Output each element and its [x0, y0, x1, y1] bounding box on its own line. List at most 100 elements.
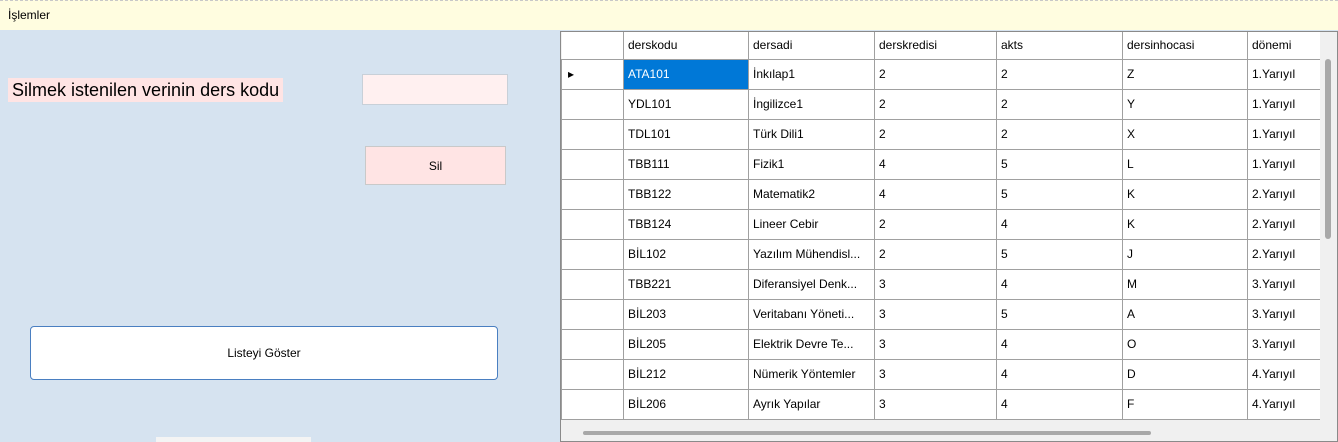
cell-derskredisi[interactable]: 4	[874, 178, 997, 210]
cell-derskodu[interactable]: TBB221	[623, 268, 749, 300]
row-header[interactable]	[561, 298, 624, 330]
cell-dersadi[interactable]: Diferansiyel Denk...	[748, 268, 875, 300]
cell-derskodu[interactable]: BİL102	[623, 238, 749, 270]
column-header-dersinhocasi[interactable]: dersinhocasi	[1122, 32, 1248, 60]
table-row[interactable]: TBB111 Fizik1 4 5 L 1.Yarıyıl	[561, 148, 1328, 180]
cell-akts[interactable]: 4	[996, 358, 1123, 390]
cell-derskredisi[interactable]: 2	[874, 118, 997, 150]
cell-donemi[interactable]: 2.Yarıyıl	[1247, 238, 1328, 270]
row-header[interactable]	[561, 238, 624, 270]
cell-derskredisi[interactable]: 2	[874, 58, 997, 90]
table-row[interactable]: BİL212 Nümerik Yöntemler 3 4 D 4.Yarıyıl	[561, 358, 1328, 390]
cell-akts[interactable]: 4	[996, 328, 1123, 360]
cell-dersinhocasi[interactable]: L	[1122, 148, 1248, 180]
cell-dersinhocasi[interactable]: A	[1122, 298, 1248, 330]
delete-button[interactable]: Sil	[365, 146, 506, 185]
table-row[interactable]: BİL203 Veritabanı Yöneti... 3 5 A 3.Yarıyıl	[561, 298, 1328, 330]
horizontal-scrollbar[interactable]	[561, 424, 1321, 441]
cell-derskredisi[interactable]: 2	[874, 88, 997, 120]
cell-dersinhocasi[interactable]: D	[1122, 358, 1248, 390]
cell-dersinhocasi[interactable]: M	[1122, 268, 1248, 300]
cell-donemi[interactable]: 2.Yarıyıl	[1247, 178, 1328, 210]
cell-dersinhocasi[interactable]: K	[1122, 178, 1248, 210]
cell-derskredisi[interactable]: 4	[874, 148, 997, 180]
cell-akts[interactable]: 5	[996, 148, 1123, 180]
cell-akts[interactable]: 2	[996, 58, 1123, 90]
cell-donemi[interactable]: 2.Yarıyıl	[1247, 208, 1328, 240]
row-header[interactable]: ▸	[561, 58, 624, 90]
cell-derskredisi[interactable]: 3	[874, 298, 997, 330]
cell-dersadi[interactable]: Yazılım Mühendisl...	[748, 238, 875, 270]
column-header-akts[interactable]: akts	[996, 32, 1123, 60]
cell-dersadi[interactable]: Fizik1	[748, 148, 875, 180]
cell-derskodu[interactable]: BİL205	[623, 328, 749, 360]
show-list-button[interactable]: Listeyi Göster	[30, 326, 498, 380]
cell-dersadi[interactable]: Veritabanı Yöneti...	[748, 298, 875, 330]
cell-dersinhocasi[interactable]: Y	[1122, 88, 1248, 120]
cell-donemi[interactable]: 4.Yarıyıl	[1247, 388, 1328, 420]
vertical-scrollbar[interactable]	[1320, 32, 1337, 425]
cell-derskodu[interactable]: ATA101	[623, 58, 749, 90]
cell-donemi[interactable]: 3.Yarıyıl	[1247, 268, 1328, 300]
column-header-donemi[interactable]: dönemi	[1247, 32, 1328, 60]
cell-dersadi[interactable]: İnkılap1	[748, 58, 875, 90]
cell-derskodu[interactable]: TBB122	[623, 178, 749, 210]
table-row[interactable]: YDL101 İngilizce1 2 2 Y 1.Yarıyıl	[561, 88, 1328, 120]
column-header-dersadi[interactable]: dersadi	[748, 32, 875, 60]
cell-dersinhocasi[interactable]: Z	[1122, 58, 1248, 90]
cell-derskredisi[interactable]: 2	[874, 208, 997, 240]
row-header[interactable]	[561, 268, 624, 300]
cell-dersadi[interactable]: Ayrık Yapılar	[748, 388, 875, 420]
courses-data-grid[interactable]: derskodu dersadi derskredisi akts dersin…	[560, 31, 1338, 442]
table-row[interactable]: TDL101 Türk Dili1 2 2 X 1.Yarıyıl	[561, 118, 1328, 150]
cell-dersinhocasi[interactable]: O	[1122, 328, 1248, 360]
cell-derskodu[interactable]: BİL203	[623, 298, 749, 330]
table-row[interactable]: BİL206 Ayrık Yapılar 3 4 F 4.Yarıyıl	[561, 388, 1328, 420]
cell-derskredisi[interactable]: 3	[874, 328, 997, 360]
cell-dersinhocasi[interactable]: X	[1122, 118, 1248, 150]
cell-derskodu[interactable]: TBB124	[623, 208, 749, 240]
cell-donemi[interactable]: 1.Yarıyıl	[1247, 118, 1328, 150]
cell-derskodu[interactable]: BİL206	[623, 388, 749, 420]
row-header[interactable]	[561, 328, 624, 360]
cell-dersadi[interactable]: İngilizce1	[748, 88, 875, 120]
cell-donemi[interactable]: 4.Yarıyıl	[1247, 358, 1328, 390]
cell-akts[interactable]: 5	[996, 298, 1123, 330]
cell-donemi[interactable]: 3.Yarıyıl	[1247, 298, 1328, 330]
column-header-derskodu[interactable]: derskodu	[623, 32, 749, 60]
horizontal-scroll-thumb[interactable]	[583, 431, 1151, 435]
cell-donemi[interactable]: 1.Yarıyıl	[1247, 88, 1328, 120]
row-header[interactable]	[561, 358, 624, 390]
cell-derskredisi[interactable]: 3	[874, 268, 997, 300]
cell-akts[interactable]: 5	[996, 178, 1123, 210]
table-row[interactable]: BİL205 Elektrik Devre Te... 3 4 O 3.Yarıyıl	[561, 328, 1328, 360]
cell-akts[interactable]: 2	[996, 88, 1123, 120]
cell-dersadi[interactable]: Matematik2	[748, 178, 875, 210]
cell-akts[interactable]: 4	[996, 268, 1123, 300]
row-header[interactable]	[561, 178, 624, 210]
column-header-derskredisi[interactable]: derskredisi	[874, 32, 997, 60]
vertical-scroll-thumb[interactable]	[1325, 59, 1331, 239]
cell-donemi[interactable]: 3.Yarıyıl	[1247, 328, 1328, 360]
cell-akts[interactable]: 4	[996, 208, 1123, 240]
cell-derskodu[interactable]: YDL101	[623, 88, 749, 120]
cell-derskredisi[interactable]: 3	[874, 388, 997, 420]
cell-dersadi[interactable]: Türk Dili1	[748, 118, 875, 150]
table-row[interactable]: ▸ ATA101 İnkılap1 2 2 Z 1.Yarıyıl	[561, 58, 1328, 90]
menu-item-islemler[interactable]: İşlemler	[8, 8, 50, 22]
row-header[interactable]	[561, 118, 624, 150]
cell-akts[interactable]: 2	[996, 118, 1123, 150]
row-header[interactable]	[561, 148, 624, 180]
table-row[interactable]: TBB221 Diferansiyel Denk... 3 4 M 3.Yarıyıl	[561, 268, 1328, 300]
table-row[interactable]: TBB124 Lineer Cebir 2 4 K 2.Yarıyıl	[561, 208, 1328, 240]
cell-derskredisi[interactable]: 2	[874, 238, 997, 270]
cell-akts[interactable]: 4	[996, 388, 1123, 420]
cell-derskredisi[interactable]: 3	[874, 358, 997, 390]
cell-derskodu[interactable]: TDL101	[623, 118, 749, 150]
cell-akts[interactable]: 5	[996, 238, 1123, 270]
row-header[interactable]	[561, 88, 624, 120]
table-row[interactable]: BİL102 Yazılım Mühendisl... 2 5 J 2.Yarıyıl	[561, 238, 1328, 270]
table-row[interactable]: TBB122 Matematik2 4 5 K 2.Yarıyıl	[561, 178, 1328, 210]
cell-dersadi[interactable]: Lineer Cebir	[748, 208, 875, 240]
cell-dersinhocasi[interactable]: J	[1122, 238, 1248, 270]
